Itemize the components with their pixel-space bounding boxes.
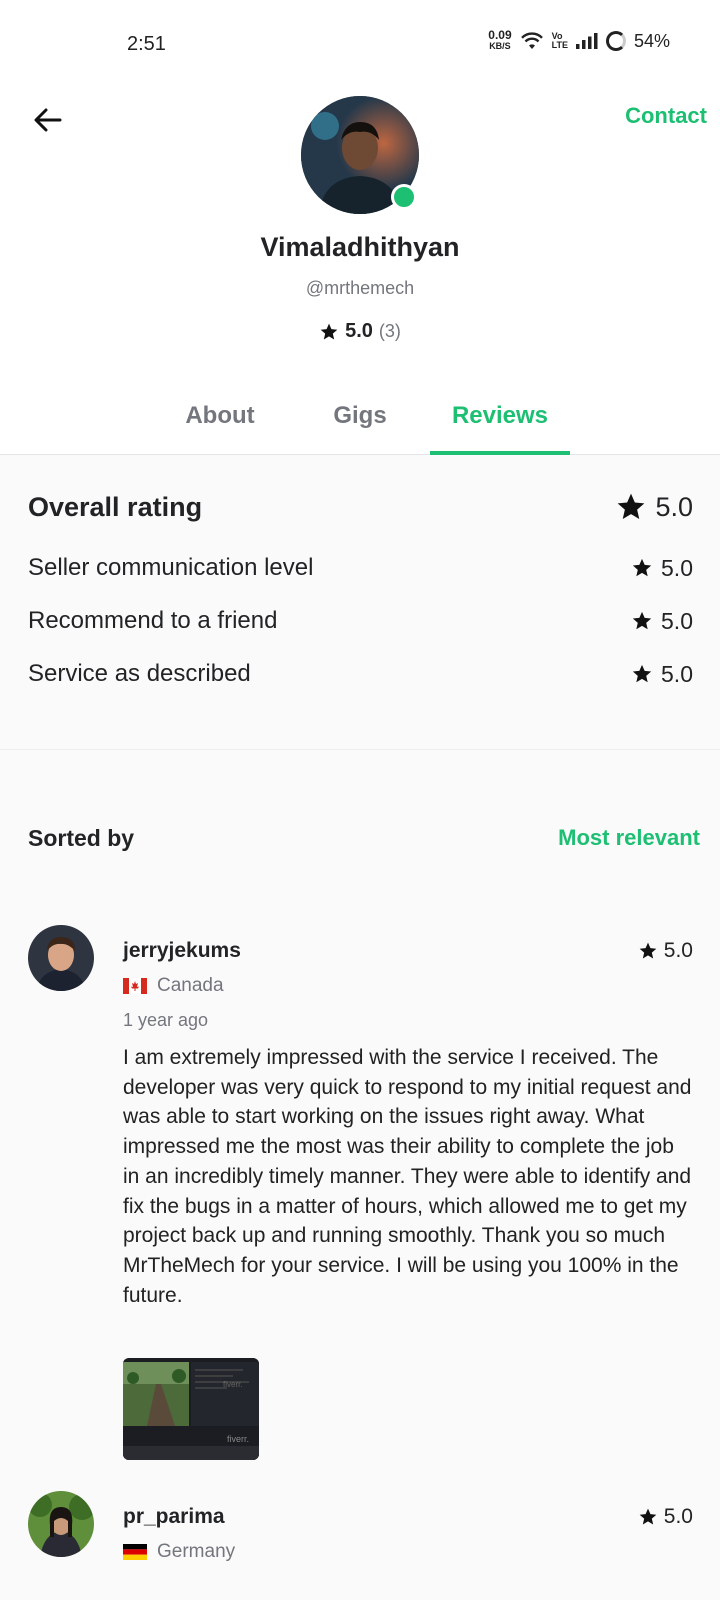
reviewer-country: Germany — [123, 1541, 235, 1563]
volte-indicator: Vo LTE — [552, 32, 568, 50]
overall-rating-value: 5.0 — [655, 491, 693, 522]
review-rating: 5.0 — [638, 1505, 693, 1529]
star-icon — [632, 664, 652, 683]
wifi-icon — [520, 32, 543, 49]
rating-value: 5.0 — [661, 607, 693, 634]
star-icon — [639, 1508, 657, 1525]
review-rating-value: 5.0 — [663, 939, 693, 962]
rating-row-communication: Seller communication level 5.0 — [28, 554, 693, 582]
network-speed: 0.09 KB/S — [488, 28, 512, 52]
network-speed-unit: KB/S — [489, 41, 511, 51]
rating-value-wrap: 5.0 — [631, 608, 693, 635]
rating-label: Recommend to a friend — [28, 607, 278, 634]
battery-level: 54% — [633, 30, 670, 51]
review-attachment-thumbnail[interactable]: fiverr. fiverr. — [123, 1358, 259, 1460]
canada-flag-icon — [123, 978, 147, 994]
profile-rating-value: 5.0 — [345, 320, 373, 342]
germany-flag-icon — [123, 1544, 147, 1560]
contact-button[interactable]: Contact — [625, 103, 707, 129]
profile-rating: 5.0 (3) — [0, 320, 720, 343]
tab-reviews[interactable]: Reviews — [430, 380, 570, 455]
rating-row-recommend: Recommend to a friend 5.0 — [28, 607, 693, 635]
arrow-left-icon — [34, 108, 62, 132]
reviewer-avatar[interactable] — [28, 1491, 94, 1557]
review-rating-value: 5.0 — [663, 1505, 693, 1528]
profile-rating-count: (3) — [378, 321, 401, 341]
attachment-image: fiverr. fiverr. — [123, 1358, 259, 1460]
overall-rating-label: Overall rating — [28, 491, 203, 522]
online-status-indicator — [391, 184, 417, 210]
profile-header: Contact Vimaladhithyan @mrthemech 5.0 (3… — [0, 90, 720, 455]
reviewer-country-name: Germany — [157, 1541, 236, 1562]
star-icon — [632, 611, 652, 630]
status-icons: 0.09 KB/S Vo LTE 54% — [488, 28, 670, 52]
review-text: I am extremely impressed with the servic… — [123, 1046, 692, 1307]
signal-icon — [575, 33, 598, 49]
sort-row: Sorted by Most relevant — [28, 825, 700, 852]
reviewer-avatar-image — [28, 925, 94, 991]
attachment-watermark: fiverr. — [227, 1434, 249, 1444]
reviewer-username[interactable]: pr_parima — [123, 1505, 225, 1529]
review-time: 1 year ago — [123, 1010, 209, 1030]
reviews-content: Overall rating 5.0 Seller communication … — [0, 455, 720, 1600]
profile-name: Vimaladhithyan — [260, 232, 460, 262]
star-icon — [320, 323, 338, 339]
rating-breakdown: Overall rating 5.0 Seller communication … — [0, 455, 720, 750]
rating-row-service: Service as described 5.0 — [28, 660, 693, 688]
battery-icon — [605, 31, 626, 51]
reviewer-avatar[interactable] — [28, 925, 94, 991]
rating-value: 5.0 — [661, 660, 693, 687]
profile-handle: @mrthemech — [305, 278, 415, 298]
reviewer-country: Canada — [123, 975, 224, 997]
attachment-watermark: fiverr. — [223, 1380, 243, 1389]
volte-bottom: LTE — [551, 40, 568, 50]
status-time: 2:51 — [127, 33, 166, 55]
review-rating: 5.0 — [638, 939, 693, 963]
rating-label: Service as described — [28, 660, 251, 687]
star-icon — [618, 493, 645, 519]
back-button[interactable] — [30, 102, 66, 138]
rating-label: Seller communication level — [28, 554, 314, 581]
status-bar: 2:51 0.09 KB/S Vo LTE 54% — [0, 0, 720, 90]
star-icon — [632, 558, 652, 577]
overall-rating-row: Overall rating 5.0 — [28, 491, 693, 523]
overall-rating-value-wrap: 5.0 — [615, 491, 693, 523]
review-item: pr_parima 5.0 Germany — [0, 1491, 720, 1600]
rating-value: 5.0 — [661, 554, 693, 581]
reviewer-avatar-image — [28, 1491, 94, 1557]
tab-about[interactable]: About — [150, 380, 290, 454]
rating-value-wrap: 5.0 — [631, 661, 693, 688]
rating-value-wrap: 5.0 — [631, 555, 693, 582]
reviewer-username[interactable]: jerryjekums — [123, 939, 241, 963]
review-item: jerryjekums 5.0 Canada 1 year ago I am e… — [0, 925, 720, 1460]
sort-dropdown[interactable]: Most relevant — [558, 825, 700, 852]
profile-tabs: About Gigs Reviews — [0, 380, 720, 455]
tab-gigs[interactable]: Gigs — [290, 380, 430, 454]
star-icon — [639, 942, 657, 959]
profile-avatar-wrap — [301, 96, 419, 214]
network-speed-value: 0.09 — [488, 28, 512, 42]
reviewer-country-name: Canada — [157, 975, 224, 996]
sort-label: Sorted by — [28, 825, 135, 851]
